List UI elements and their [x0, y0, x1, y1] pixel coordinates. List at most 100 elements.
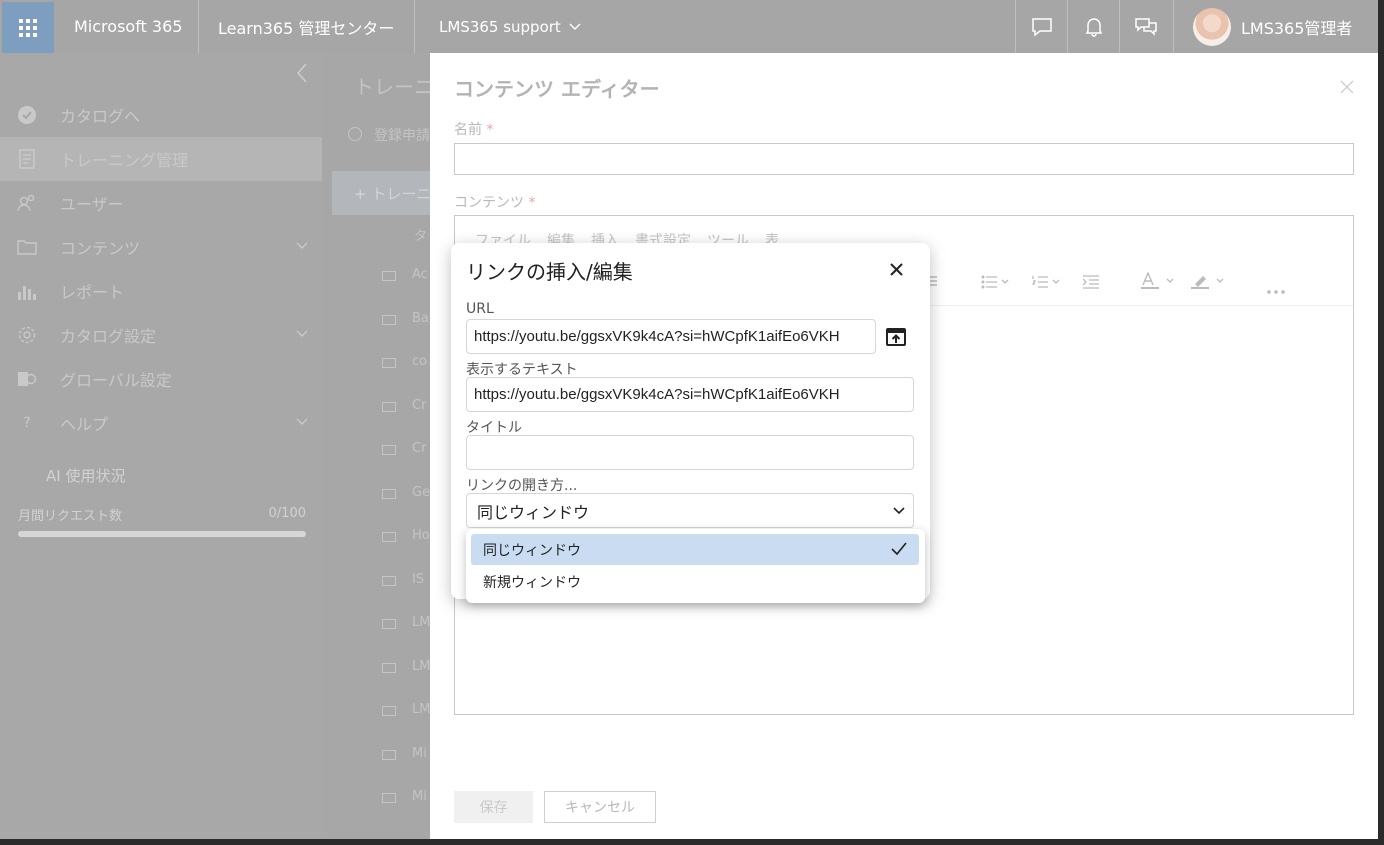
row-icon: [382, 575, 396, 586]
table-row-name[interactable]: Ac: [412, 267, 428, 282]
table-row-name[interactable]: Ba: [412, 311, 429, 326]
app-window: Microsoft 365 Learn365 管理センター LMS365 sup…: [0, 0, 1378, 839]
numbered-list-icon[interactable]: [1031, 274, 1060, 293]
dialog-title: リンクの挿入/編集: [466, 260, 633, 284]
bullet-list-icon[interactable]: [981, 274, 1009, 293]
table-row-name[interactable]: co: [412, 354, 427, 369]
table-row-name[interactable]: Ge: [412, 485, 430, 500]
chevron-down-icon: [893, 507, 905, 515]
chevron-down-icon: [296, 327, 308, 341]
sidebar-item-label: ヘルプ: [60, 415, 109, 434]
sidebar-item-users[interactable]: ユーザー: [0, 181, 322, 225]
text-color-icon[interactable]: [1141, 271, 1177, 294]
training-list-area: トレーニ 登録申請 + トレーニ タ Ac Ba co Cr Cr Ge Ho IS LM LM L…: [322, 53, 430, 839]
tenant-label: LMS365 support: [439, 17, 561, 36]
required-mark: *: [528, 195, 536, 211]
save-label: 保存: [479, 800, 508, 816]
sidebar-item-reports[interactable]: レポート: [0, 269, 322, 313]
open-link-select[interactable]: 同じウィンドウ: [466, 493, 914, 528]
catalog-check-icon: [16, 104, 38, 126]
table-row-name[interactable]: LM: [412, 659, 430, 674]
option-same-window[interactable]: 同じウィンドウ: [471, 534, 919, 565]
table-row-name[interactable]: LM: [412, 702, 430, 717]
sidebar-item-label: レポート: [60, 283, 125, 302]
sidebar-item-training[interactable]: トレーニング管理: [0, 137, 322, 181]
table-row-name[interactable]: IS: [412, 572, 424, 587]
sidebar-item-label: グローバル設定: [60, 371, 172, 390]
row-icon: [382, 445, 396, 455]
option-label: 新規ウィンドウ: [483, 574, 581, 591]
row-icon: [382, 488, 396, 499]
row-icon: [382, 401, 396, 412]
name-input[interactable]: [454, 143, 1354, 175]
app-title-link[interactable]: Learn365 管理センター: [199, 0, 415, 53]
table-row-name[interactable]: LM: [412, 615, 430, 630]
info-icon: [348, 127, 362, 141]
url-label: URL: [466, 301, 494, 317]
close-panel-icon[interactable]: [1340, 79, 1354, 98]
add-training-button[interactable]: + トレーニ: [332, 171, 430, 215]
close-dialog-icon[interactable]: [890, 261, 903, 280]
gear-icon: [16, 324, 38, 346]
row-icon: [382, 271, 396, 281]
user-name: LMS365管理者: [1241, 18, 1353, 38]
name-label-text: 名前: [454, 122, 482, 138]
display-text-input[interactable]: https://youtu.be/ggsxVK9k4cA?si=hWCpfK1a…: [466, 377, 914, 412]
chat-icon[interactable]: [1015, 0, 1067, 53]
table-row-name[interactable]: Cr: [412, 441, 426, 456]
cancel-label: キャンセル: [565, 800, 635, 816]
url-value: https://youtu.be/ggsxVK9k4cA?si=hWCpfK1a…: [474, 328, 840, 345]
app-launcher-icon[interactable]: [2, 2, 54, 53]
column-header: タ: [414, 229, 428, 244]
link-title-label: タイトル: [466, 420, 522, 436]
display-text-value: https://youtu.be/ggsxVK9k4cA?si=hWCpfK1a…: [474, 386, 840, 403]
user-menu[interactable]: LMS365管理者: [1173, 0, 1378, 53]
feedback-icon[interactable]: [1119, 0, 1171, 53]
row-icon: [382, 793, 396, 803]
table-row-name[interactable]: Ho: [412, 528, 430, 543]
app-title: Learn365 管理センター: [218, 18, 395, 38]
row-icon: [382, 619, 396, 629]
row-icon: [382, 358, 396, 368]
monthly-requests-value: 0/100: [268, 506, 306, 521]
sidebar-item-global-settings[interactable]: グローバル設定: [0, 357, 322, 401]
display-text-label: 表示するテキスト: [466, 362, 578, 378]
tenant-switcher[interactable]: LMS365 support: [415, 0, 585, 53]
cancel-button[interactable]: キャンセル: [544, 791, 656, 823]
page-title: トレーニ: [354, 75, 430, 99]
chart-icon: [16, 280, 38, 302]
table-row-name[interactable]: Mi: [412, 746, 427, 761]
url-input[interactable]: https://youtu.be/ggsxVK9k4cA?si=hWCpfK1a…: [466, 319, 876, 354]
sidebar-item-content[interactable]: コンテンツ: [0, 225, 322, 269]
row-icon: [382, 532, 396, 542]
sidebar-item-catalog-settings[interactable]: カタログ設定: [0, 313, 322, 357]
training-doc-icon: [16, 148, 38, 170]
indent-icon[interactable]: [1082, 274, 1099, 293]
browse-url-icon[interactable]: [886, 328, 906, 350]
row-icon: [382, 662, 396, 673]
table-row-name[interactable]: Cr: [412, 398, 426, 413]
info-text: 登録申請: [374, 128, 430, 144]
bell-icon[interactable]: [1067, 0, 1119, 53]
link-title-input[interactable]: [466, 435, 914, 470]
option-label: 同じウィンドウ: [483, 542, 581, 559]
required-mark: *: [486, 122, 494, 138]
brand-link[interactable]: Microsoft 365: [54, 0, 199, 53]
add-training-label: + トレーニ: [354, 184, 430, 203]
content-label: コンテンツ *: [454, 192, 535, 212]
collapse-sidebar-icon[interactable]: [296, 63, 308, 87]
sidebar-item-catalog[interactable]: カタログへ: [0, 93, 322, 137]
panel-title: コンテンツ エディター: [454, 77, 660, 101]
sidebar-item-help[interactable]: ? ヘルプ: [0, 401, 322, 445]
users-icon: [16, 192, 38, 214]
more-icon[interactable]: [1267, 279, 1285, 298]
option-new-window[interactable]: 新規ウィンドウ: [471, 566, 919, 597]
save-button[interactable]: 保存: [454, 791, 533, 823]
open-link-label: リンクの開き方...: [466, 478, 578, 494]
monthly-requests-bar: [18, 531, 306, 537]
table-row-name[interactable]: Mi: [412, 789, 427, 804]
row-icon: [382, 706, 396, 716]
highlight-icon[interactable]: [1191, 272, 1227, 294]
content-label-text: コンテンツ: [454, 195, 524, 211]
row-icon: [382, 314, 396, 325]
